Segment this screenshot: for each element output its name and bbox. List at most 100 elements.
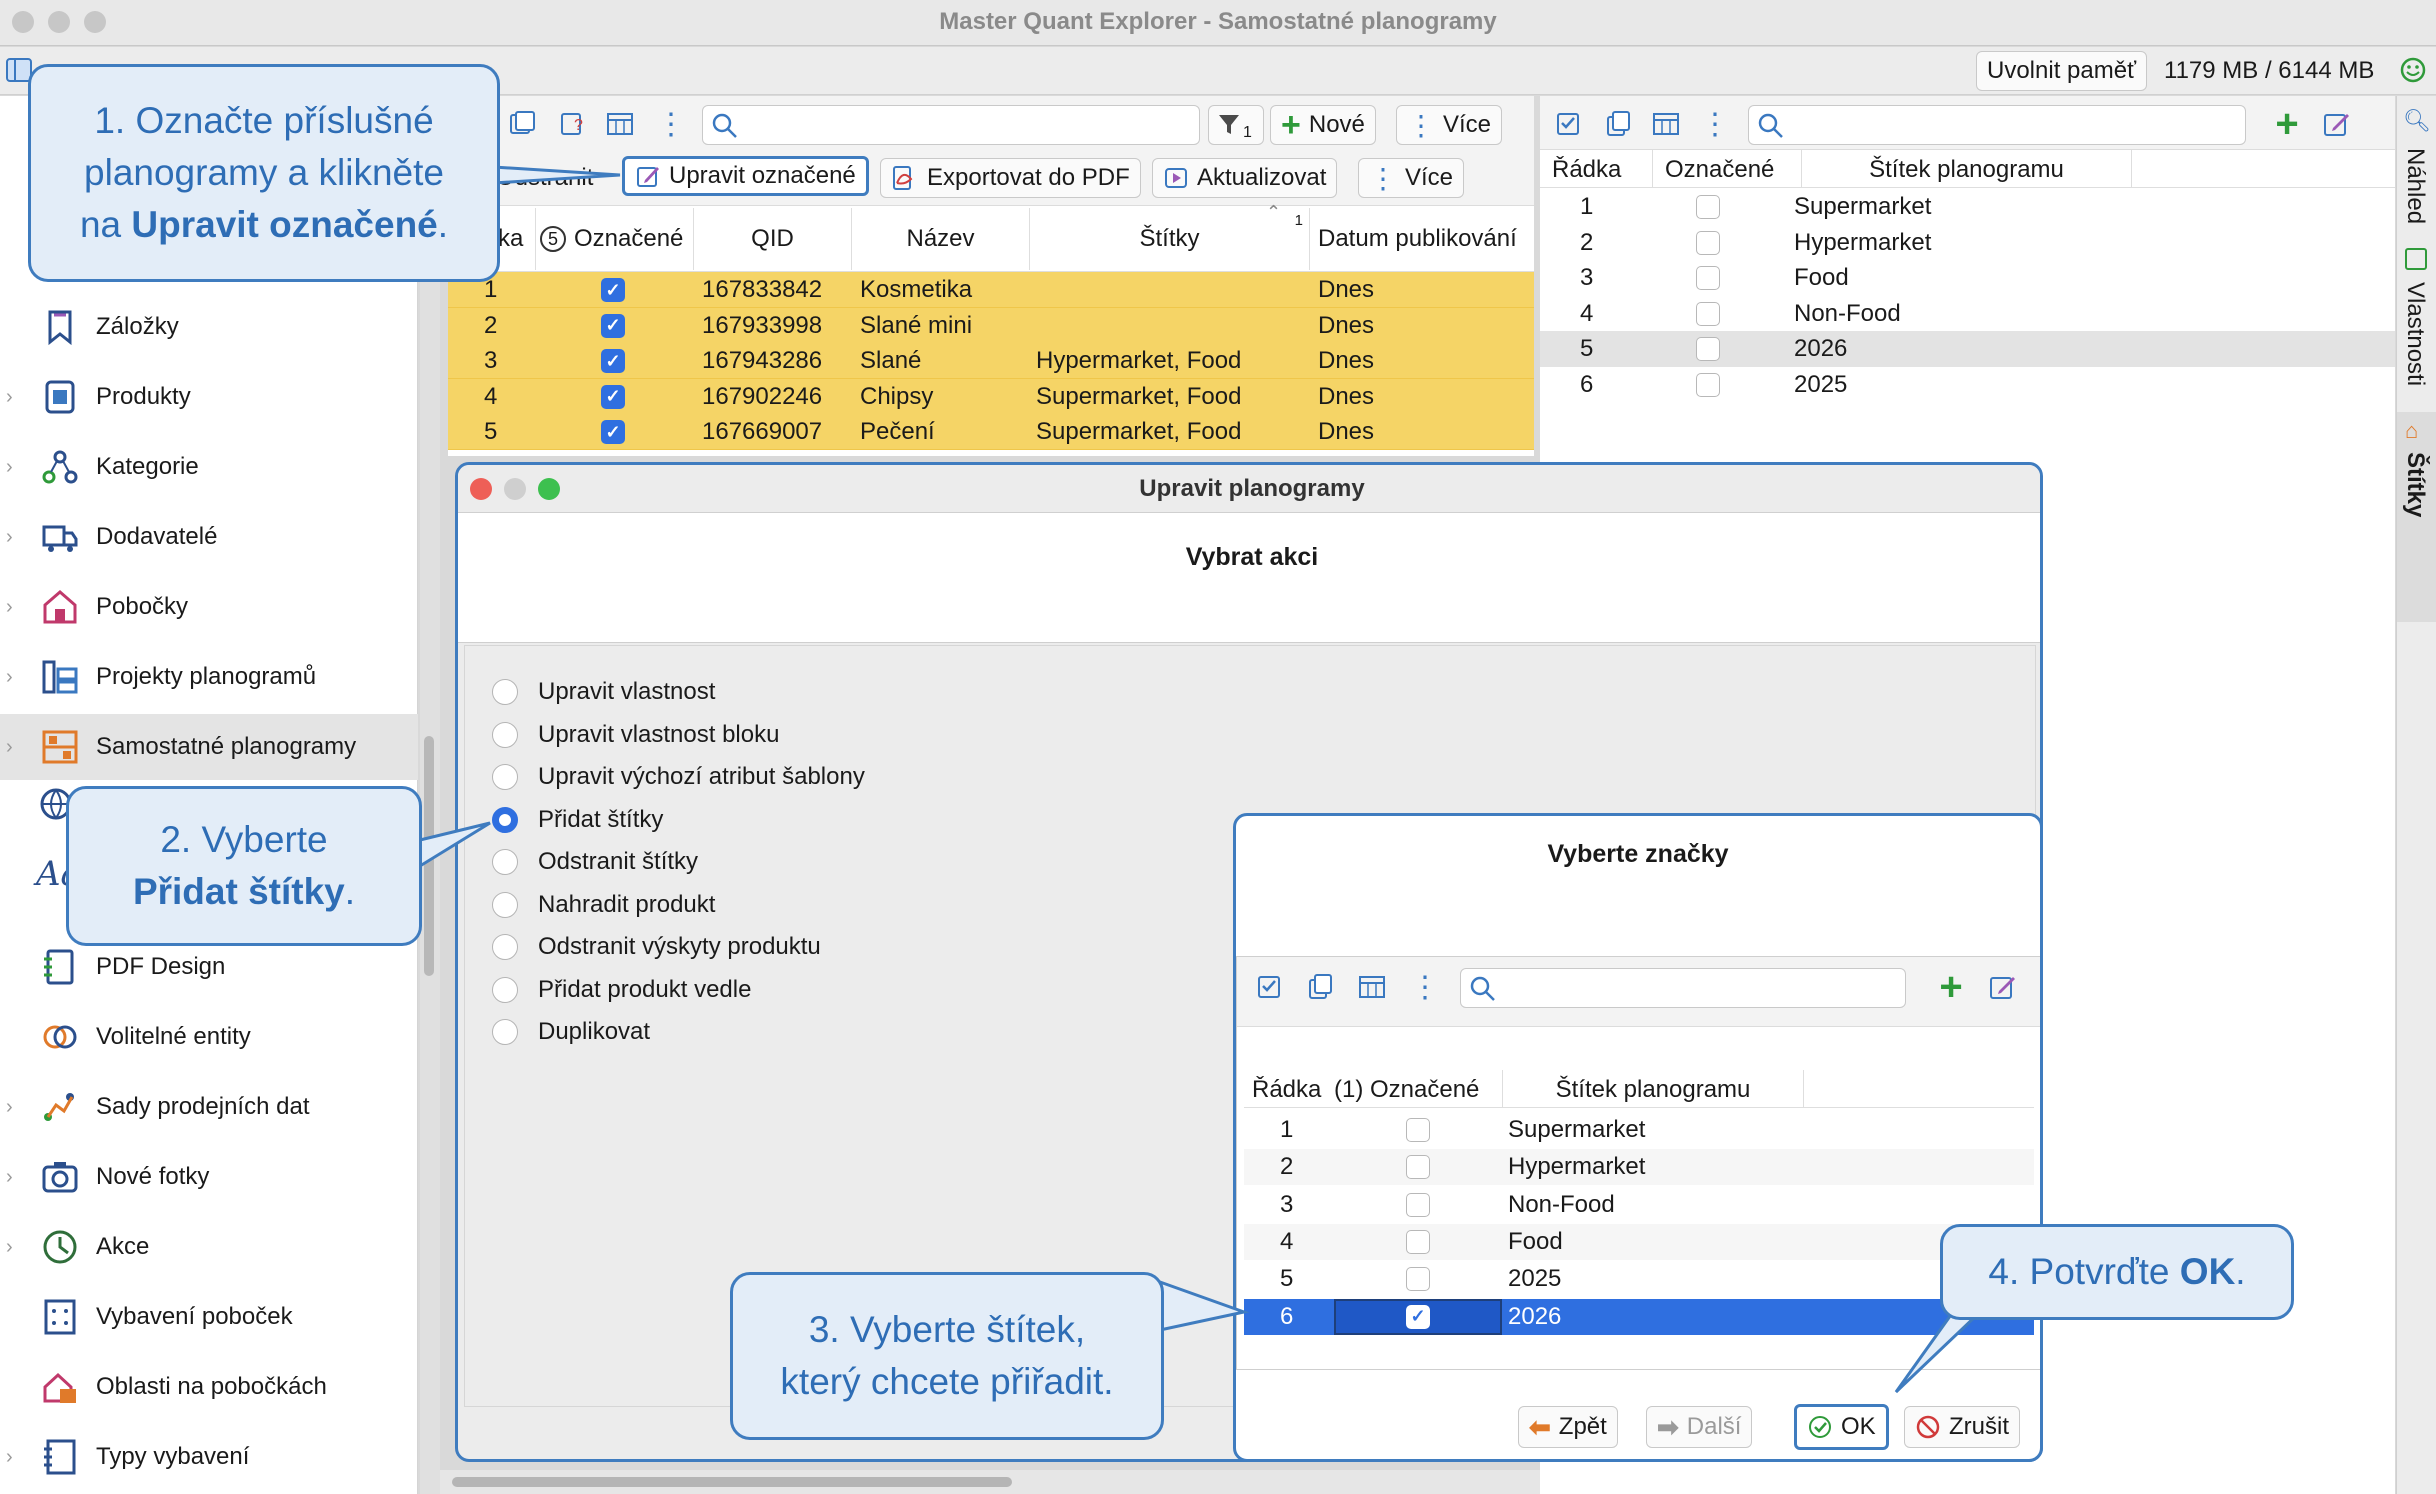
row-checkbox[interactable]: ✓	[601, 384, 625, 409]
table-row[interactable]: 3 ✓ 167943286 Slané Hypermarket, Food Dnes	[448, 343, 1534, 379]
sidebar-item[interactable]: Záložky	[0, 294, 418, 360]
radio-button[interactable]	[492, 849, 518, 875]
action-option[interactable]: Duplikovat	[492, 1014, 650, 1050]
menu-dots-icon[interactable]: ⋮	[1698, 107, 1732, 141]
row-checkbox[interactable]: ✓	[601, 313, 625, 338]
tag-checkbox[interactable]	[1406, 1229, 1430, 1254]
col-row-header[interactable]: Řádka	[1552, 156, 1621, 184]
tag-row[interactable]: 4 Food	[1244, 1223, 2034, 1260]
table-row[interactable]: 1 ✓ 167833842 Kosmetika Dnes	[448, 272, 1534, 308]
table-row[interactable]: 2 ✓ 167933998 Slané mini Dnes	[448, 307, 1534, 344]
columns-icon[interactable]	[604, 107, 638, 141]
select-all-icon[interactable]	[505, 107, 539, 141]
col-qid-header[interactable]: QID	[694, 208, 852, 270]
tag-row[interactable]: 1 Supermarket	[1540, 189, 2395, 225]
remove-button[interactable]: Odstranit	[486, 158, 603, 198]
select-all-icon[interactable]	[1552, 107, 1586, 141]
chevron-right-icon[interactable]: ›	[6, 456, 30, 479]
table-row[interactable]: 5 ✓ 167669007 Pečení Supermarket, Food Dnes	[448, 414, 1534, 450]
table-row[interactable]: 4 ✓ 167902246 Chipsy Supermarket, Food Dnes	[448, 378, 1534, 415]
action-option[interactable]: Upravit vlastnost bloku	[492, 717, 779, 753]
more-button[interactable]: ⋮ Více	[1396, 105, 1503, 145]
select-all-icon[interactable]	[1253, 970, 1287, 1004]
tag-checkbox[interactable]	[1696, 301, 1720, 326]
row-checkbox[interactable]: ✓	[601, 420, 625, 444]
add-tag-icon[interactable]: +	[1934, 965, 1968, 1009]
tag-checkbox[interactable]	[1406, 1267, 1430, 1292]
col-published-header[interactable]: Datum publikování	[1310, 208, 1534, 270]
sidebar-item[interactable]: › Pobočky	[0, 574, 418, 640]
free-memory-button[interactable]: Uvolnit paměť	[1976, 51, 2148, 91]
sidebar-item[interactable]: Volitelné entity	[0, 1004, 418, 1070]
sidebar-item[interactable]: › Nové fotky	[0, 1144, 418, 1210]
tab-tags[interactable]: Štítky	[2401, 452, 2429, 517]
more2-button[interactable]: ⋮ Více	[1358, 158, 1465, 198]
tags-search-input[interactable]	[1748, 105, 2246, 145]
col-checked-header[interactable]: (1) Označené	[1334, 1076, 1479, 1104]
tag-row[interactable]: 1 Supermarket	[1244, 1112, 2034, 1148]
tag-row[interactable]: 5 2025	[1244, 1261, 2034, 1297]
tag-row[interactable]: 6 ✓ 2026	[1244, 1298, 2034, 1335]
refresh-button[interactable]: Aktualizovat	[1152, 158, 1338, 198]
mid-search-input[interactable]	[702, 105, 1200, 145]
tag-row[interactable]: 5 2026	[1540, 331, 2395, 367]
tag-checkbox[interactable]	[1696, 195, 1720, 219]
new-button[interactable]: + Nové	[1270, 105, 1376, 145]
action-option[interactable]: Přidat produkt vedle	[492, 972, 751, 1008]
add-tag-icon[interactable]: +	[2270, 102, 2304, 146]
tag-checkbox[interactable]: ✓	[1406, 1304, 1430, 1329]
sidebar-item[interactable]: › Produkty	[0, 364, 418, 430]
export-pdf-button[interactable]: Exportovat do PDF	[880, 158, 1141, 198]
menu-dots-icon[interactable]: ⋮	[654, 107, 688, 141]
chevron-right-icon[interactable]: ›	[6, 1236, 30, 1259]
sidebar-item[interactable]: › Dodavatelé	[0, 504, 418, 570]
sidebar-item[interactable]: Vybavení poboček	[0, 1284, 418, 1350]
copy-icon[interactable]	[1602, 107, 1636, 141]
col-row-header[interactable]: ka	[498, 208, 536, 270]
action-option[interactable]: Upravit výchozí atribut šablony	[492, 759, 865, 795]
ok-button[interactable]: OK	[1794, 1404, 1889, 1450]
chevron-right-icon[interactable]: ›	[6, 596, 30, 619]
tab-properties[interactable]: Vlastnosti	[2401, 282, 2429, 386]
tag-row[interactable]: 2 Hypermarket	[1540, 225, 2395, 261]
chevron-right-icon[interactable]: ›	[6, 666, 30, 689]
menu-dots-icon[interactable]: ⋮	[1408, 970, 1442, 1004]
col-checked-header[interactable]: 5 Označené	[536, 208, 694, 270]
action-option[interactable]: Upravit vlastnost	[492, 674, 715, 710]
next-button[interactable]: ➡ Další	[1646, 1406, 1753, 1448]
tag-checkbox[interactable]	[1406, 1192, 1430, 1217]
action-option[interactable]: Odstranit výskyty produktu	[492, 929, 821, 965]
sidebar-item[interactable]: › Typy vybavení	[0, 1424, 418, 1490]
tag-row[interactable]: 2 Hypermarket	[1244, 1149, 2034, 1186]
radio-button[interactable]	[492, 934, 518, 960]
radio-button[interactable]	[492, 806, 518, 833]
radio-button[interactable]	[492, 891, 518, 918]
tag-row[interactable]: 4 Non-Food	[1540, 296, 2395, 332]
col-tags-header[interactable]: Štítky 1 ⌃	[1030, 202, 1310, 270]
radio-button[interactable]	[492, 1019, 518, 1045]
back-button[interactable]: ⬅ Zpět	[1518, 1406, 1618, 1448]
horizontal-scrollbar-track[interactable]	[440, 1470, 1540, 1494]
sidebar-item[interactable]: Oblasti na pobočkách	[0, 1354, 418, 1420]
tag-checkbox[interactable]	[1696, 372, 1720, 397]
radio-button[interactable]	[492, 679, 518, 705]
action-option[interactable]: Přidat štítky	[492, 802, 663, 838]
row-checkbox[interactable]: ✓	[601, 278, 625, 302]
edit-tag-icon[interactable]	[2320, 107, 2354, 141]
columns-icon[interactable]	[1356, 970, 1390, 1004]
copy-icon[interactable]	[1304, 970, 1338, 1004]
edit-selected-button[interactable]: Upravit označené	[622, 156, 869, 196]
sidebar-item[interactable]: › Sady prodejních dat	[0, 1074, 418, 1140]
col-tag-header[interactable]: Štítek planogramu	[1802, 150, 2132, 188]
sidebar-item[interactable]: › Projekty planogramů	[0, 644, 418, 710]
col-tag-header[interactable]: Štítek planogramu	[1502, 1070, 1804, 1108]
tag-checkbox[interactable]	[1696, 230, 1720, 255]
tag-dialog-search-input[interactable]	[1460, 968, 1906, 1008]
edit-tag-icon[interactable]	[1986, 970, 2020, 1004]
chevron-right-icon[interactable]: ›	[6, 1166, 30, 1189]
radio-button[interactable]	[492, 976, 518, 1003]
tag-checkbox[interactable]	[1406, 1155, 1430, 1180]
radio-button[interactable]	[492, 764, 518, 790]
row-checkbox[interactable]: ✓	[601, 349, 625, 373]
filter-button[interactable]: 1	[1208, 105, 1264, 145]
